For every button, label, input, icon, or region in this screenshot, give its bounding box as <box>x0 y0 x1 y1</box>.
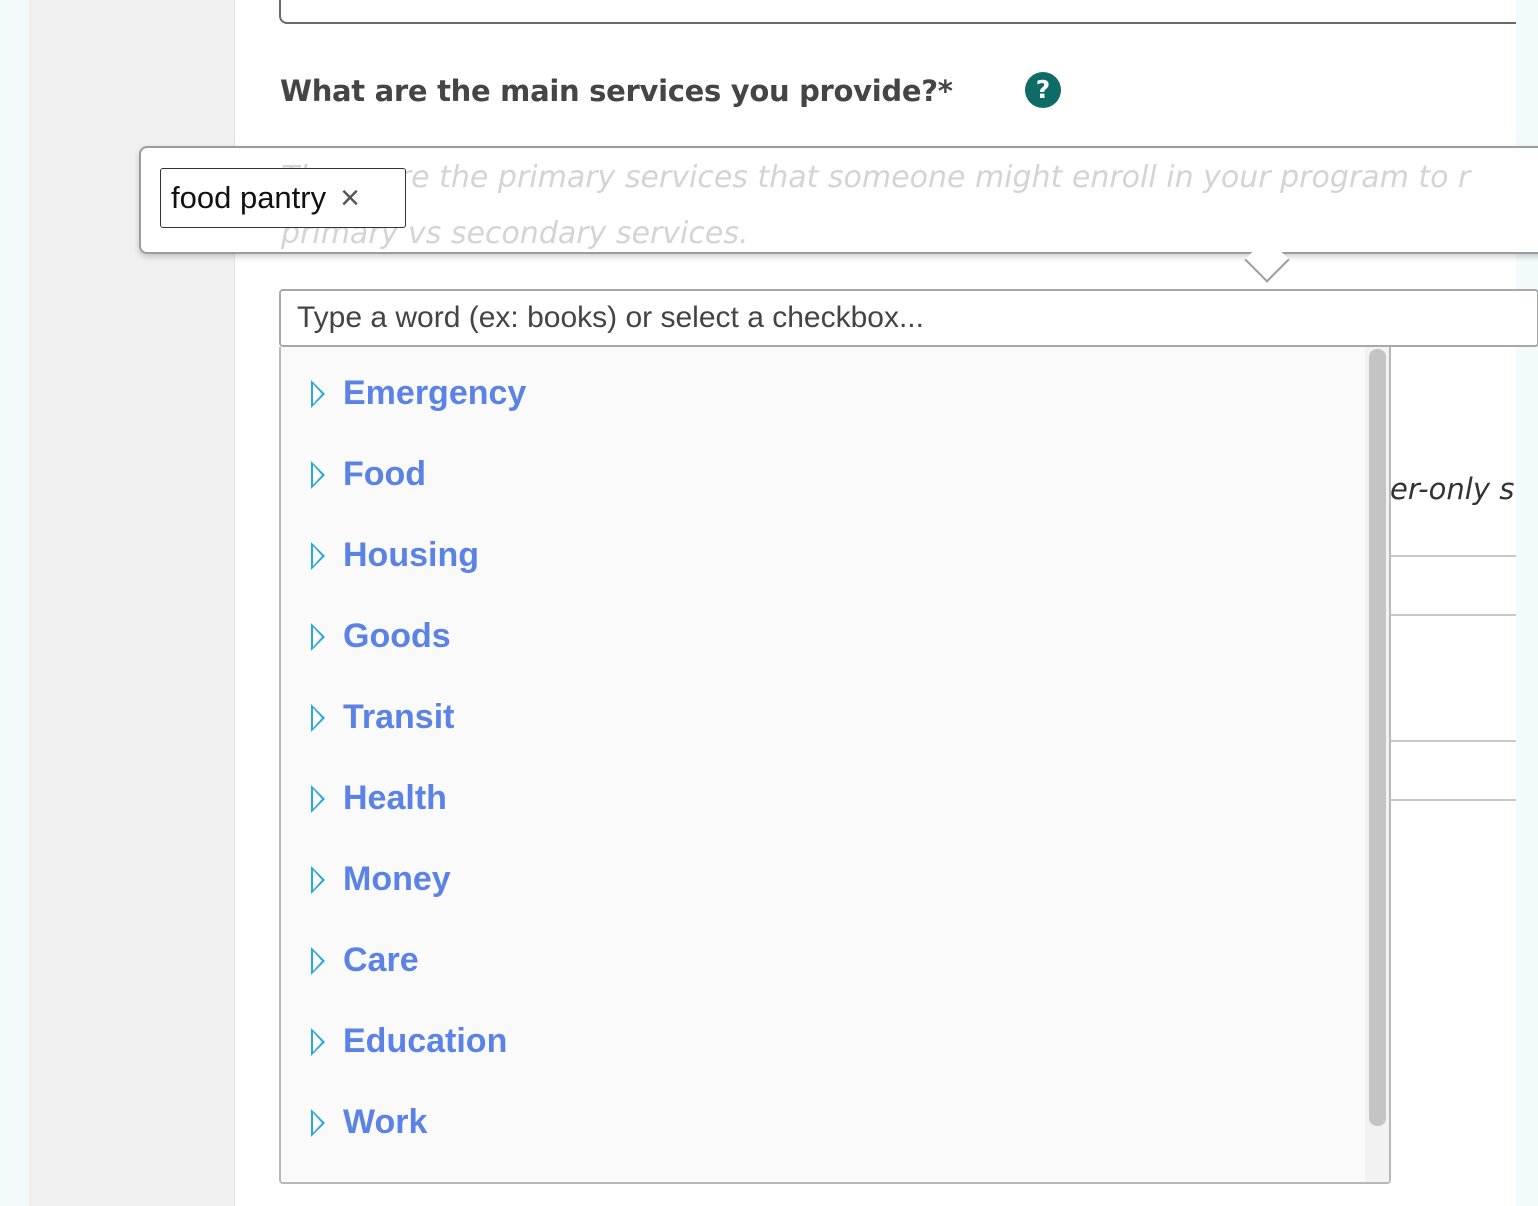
background-partial-text: er-only s <box>1390 472 1515 506</box>
triangle-right-icon <box>311 1027 325 1056</box>
category-item-money[interactable]: Money <box>281 839 1365 920</box>
triangle-right-icon <box>311 946 325 975</box>
category-label: Transit <box>343 698 455 736</box>
triangle-right-icon <box>311 784 325 813</box>
selected-tag[interactable]: food pantry × <box>160 168 406 228</box>
category-item-goods[interactable]: Goods <box>281 596 1365 677</box>
scrollbar-thumb[interactable] <box>1369 349 1386 1126</box>
category-item-transit[interactable]: Transit <box>281 677 1365 758</box>
category-item-health[interactable]: Health <box>281 758 1365 839</box>
divider <box>1385 740 1517 742</box>
close-icon[interactable]: × <box>340 181 360 215</box>
category-label: Work <box>343 1103 428 1141</box>
category-label: Education <box>343 1022 508 1060</box>
triangle-right-icon <box>311 541 325 570</box>
question-circle-icon[interactable]: ? <box>1025 72 1061 108</box>
category-item-food[interactable]: Food <box>281 434 1365 515</box>
category-item-care[interactable]: Care <box>281 920 1365 1001</box>
divider <box>1385 555 1517 557</box>
divider <box>1385 799 1517 801</box>
triangle-right-icon <box>311 460 325 489</box>
triangle-right-icon <box>311 379 325 408</box>
category-item-emergency[interactable]: Emergency <box>281 353 1365 434</box>
category-item-work[interactable]: Work <box>281 1082 1365 1163</box>
category-label: Care <box>343 941 419 979</box>
dropdown-scrollbar[interactable] <box>1365 347 1389 1182</box>
tag-label: food pantry <box>171 180 327 215</box>
left-gutter <box>0 0 29 1206</box>
category-item-education[interactable]: Education <box>281 1001 1365 1082</box>
divider <box>1385 614 1517 616</box>
triangle-right-icon <box>311 703 325 732</box>
category-item-housing[interactable]: Housing <box>281 515 1365 596</box>
category-dropdown: Emergency Food Housing Goods Transit Hea… <box>279 347 1391 1184</box>
services-question: What are the main services you provide?* <box>280 74 953 108</box>
category-label: Housing <box>343 536 479 574</box>
services-search-input[interactable] <box>279 289 1538 347</box>
category-list: Emergency Food Housing Goods Transit Hea… <box>281 347 1365 1163</box>
triangle-right-icon <box>311 865 325 894</box>
category-label: Goods <box>343 617 451 655</box>
triangle-right-icon <box>311 622 325 651</box>
selected-tags-popover: These are the primary services that some… <box>139 146 1538 283</box>
category-label: Emergency <box>343 374 527 412</box>
triangle-right-icon <box>311 1108 325 1137</box>
category-label: Food <box>343 455 427 493</box>
category-label: Health <box>343 779 447 817</box>
category-label: Money <box>343 860 451 898</box>
services-hint: These are the primary services that some… <box>281 160 1471 251</box>
previous-field[interactable] <box>279 0 1517 24</box>
